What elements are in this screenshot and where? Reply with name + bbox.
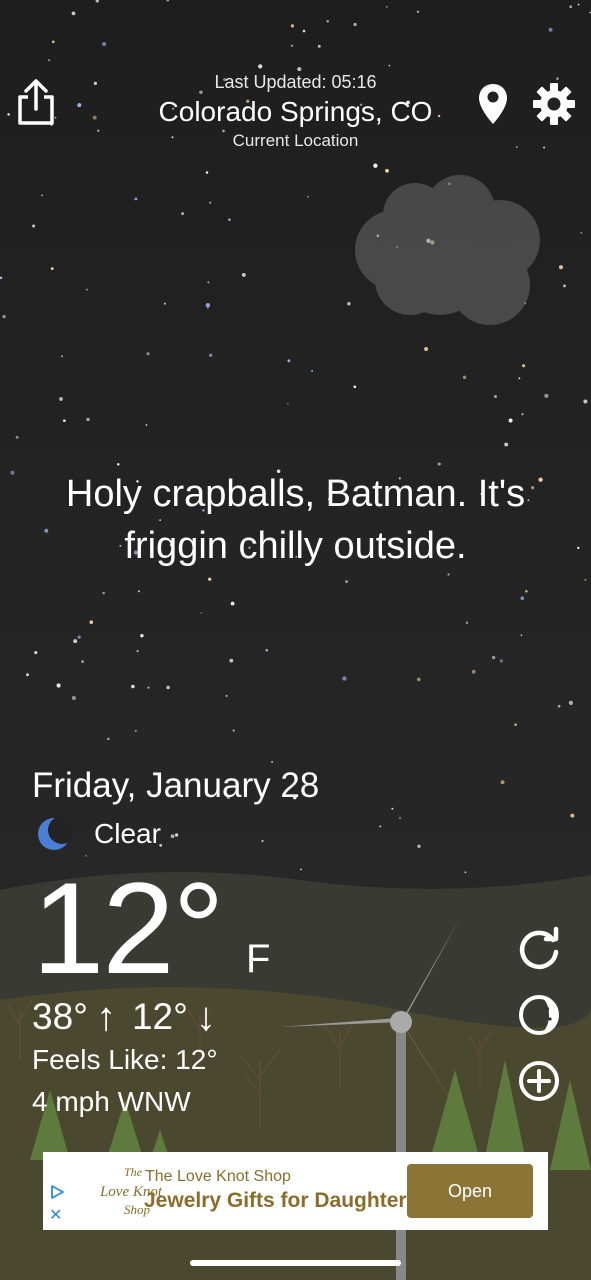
ad-close-icon[interactable]: ✕ bbox=[49, 1208, 62, 1224]
high-temperature: 38° bbox=[32, 996, 88, 1037]
wind-label: 4 mph WNW bbox=[32, 1086, 191, 1117]
refresh-icon[interactable] bbox=[514, 924, 564, 974]
svg-text:The: The bbox=[124, 1165, 143, 1179]
location-header: Last Updated: 05:16 Colorado Springs, CO… bbox=[100, 70, 491, 152]
current-location-label: Current Location bbox=[232, 131, 359, 150]
moon-phase-icon[interactable] bbox=[514, 990, 564, 1040]
current-temperature: 12° bbox=[32, 855, 225, 1001]
last-updated-label: Last Updated: 05:16 bbox=[214, 72, 377, 92]
condition-row: Clear bbox=[36, 812, 161, 856]
add-circle-icon[interactable] bbox=[514, 1056, 564, 1106]
down-arrow-icon: ↓ bbox=[195, 995, 216, 1039]
high-low-temperatures: 38° ↑ 12° ↓ bbox=[32, 994, 222, 1040]
ad-choices-icon[interactable] bbox=[49, 1184, 65, 1200]
feels-like-label: Feels Like: 12° bbox=[32, 1044, 218, 1075]
ad-title: Jewelry Gifts for Daughter bbox=[144, 1189, 407, 1212]
share-icon[interactable] bbox=[14, 76, 58, 128]
weather-phrase: Holy crapballs, Batman. It's friggin chi… bbox=[65, 473, 526, 567]
up-arrow-icon: ↑ bbox=[95, 995, 116, 1039]
city-name[interactable]: Colorado Springs, CO bbox=[100, 94, 491, 130]
low-temperature: 12° bbox=[131, 996, 188, 1037]
temperature-unit[interactable]: F bbox=[246, 935, 270, 983]
home-indicator[interactable] bbox=[190, 1260, 401, 1266]
cloud-decoration bbox=[355, 175, 540, 325]
crescent-moon-icon bbox=[36, 816, 72, 852]
location-pin-icon[interactable] bbox=[474, 80, 512, 128]
condition-label: Clear bbox=[94, 818, 161, 849]
ad-shop-name: The Love Knot Shop bbox=[145, 1168, 291, 1185]
ad-open-button[interactable]: Open bbox=[407, 1164, 533, 1218]
ad-banner[interactable]: ✕ The Love Knot Shop The Love Knot Shop … bbox=[43, 1152, 548, 1230]
gear-icon[interactable] bbox=[530, 80, 578, 128]
date-label: Friday, January 28 bbox=[32, 766, 320, 805]
